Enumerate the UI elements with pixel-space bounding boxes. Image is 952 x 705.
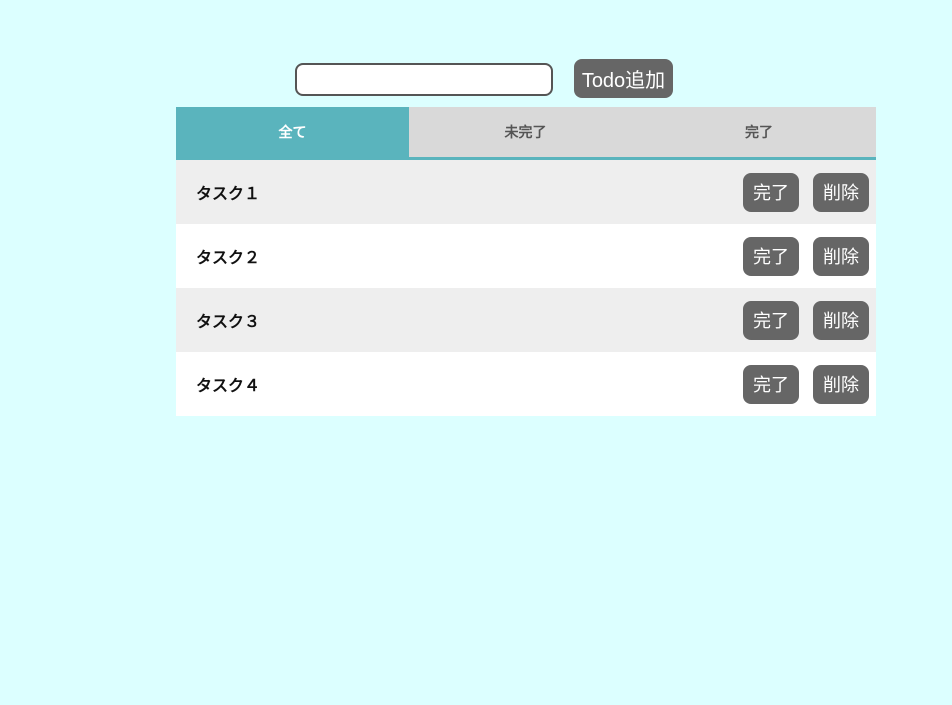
tab-complete[interactable]: 完了	[642, 107, 876, 157]
task-row: タスク４ 完了 削除	[176, 352, 876, 416]
complete-button[interactable]: 完了	[743, 300, 799, 340]
task-row: タスク３ 完了 削除	[176, 288, 876, 352]
todo-panel: 全て 未完了 完了 タスク１ 完了 削除 タスク２ 完了 削除 タスク３ 完了 …	[176, 107, 876, 416]
task-row: タスク２ 完了 削除	[176, 224, 876, 288]
delete-button[interactable]: 削除	[813, 172, 869, 212]
tab-all[interactable]: 全て	[176, 107, 409, 157]
complete-button[interactable]: 完了	[743, 172, 799, 212]
delete-button[interactable]: 削除	[813, 364, 869, 404]
filter-tabs: 全て 未完了 完了	[176, 107, 876, 160]
delete-button[interactable]: 削除	[813, 300, 869, 340]
complete-button[interactable]: 完了	[743, 364, 799, 404]
complete-button[interactable]: 完了	[743, 236, 799, 276]
delete-button[interactable]: 削除	[813, 236, 869, 276]
task-label: タスク２	[196, 248, 261, 267]
todo-input[interactable]	[295, 63, 553, 96]
task-label: タスク４	[196, 376, 261, 395]
task-list: タスク１ 完了 削除 タスク２ 完了 削除 タスク３ 完了 削除 タスク４ 完了…	[176, 160, 876, 416]
add-todo-button[interactable]: Todo追加	[574, 59, 673, 98]
task-label: タスク１	[196, 184, 261, 203]
task-label: タスク３	[196, 312, 261, 331]
task-row: タスク１ 完了 削除	[176, 160, 876, 224]
tab-incomplete[interactable]: 未完了	[409, 107, 642, 157]
add-todo-form: Todo追加	[295, 59, 673, 98]
